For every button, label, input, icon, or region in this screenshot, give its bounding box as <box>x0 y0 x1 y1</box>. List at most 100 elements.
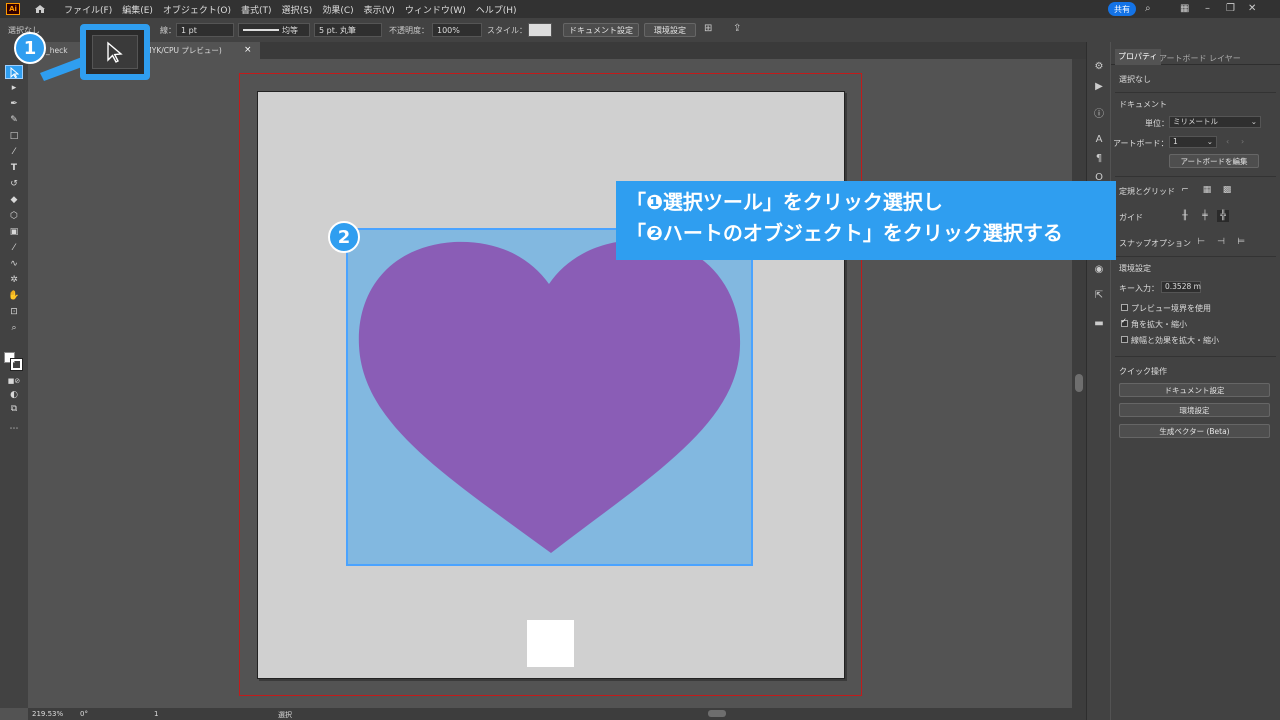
generative-vector-button[interactable]: 生成ベクター (Beta) <box>1119 424 1270 438</box>
stroke-weight-field[interactable]: 1 pt <box>176 23 234 37</box>
panel-icon-strip: ⚙ ▶ ⓘ A ¶ O ◉ ⇱ ▬ <box>1086 42 1110 720</box>
scroll-thumb[interactable] <box>1075 374 1083 392</box>
menu-select[interactable]: 選択(S) <box>282 3 313 16</box>
paintbrush-tool-icon[interactable]: ⁄ <box>5 145 23 159</box>
preferences-heading: 環境設定 <box>1119 264 1151 273</box>
show-guides-icon[interactable]: ╫ <box>1179 210 1191 222</box>
vertical-scrollbar[interactable] <box>1072 59 1086 708</box>
preferences-button[interactable]: 環境設定 <box>644 23 696 37</box>
links-icon[interactable]: ⚙ <box>1092 59 1106 73</box>
menu-effect[interactable]: 効果(C) <box>322 3 353 16</box>
shape-builder-tool-icon[interactable]: ⬡ <box>5 209 23 223</box>
restore-icon[interactable]: ❐ <box>1226 3 1235 14</box>
menu-help[interactable]: ヘルプ(H) <box>476 3 517 16</box>
transparency-grid-icon[interactable]: ▩ <box>1221 184 1233 196</box>
direct-selection-tool-icon[interactable]: ▸ <box>5 81 23 95</box>
rotate-tool-icon[interactable]: ↺ <box>5 177 23 191</box>
comments-icon[interactable]: ▬ <box>1092 316 1106 330</box>
close-tab-icon[interactable]: × <box>244 45 252 55</box>
type-tool-icon[interactable]: T <box>5 161 23 175</box>
character-icon[interactable]: A <box>1092 132 1106 146</box>
guides-heading: ガイド <box>1119 213 1143 222</box>
tab-artboards[interactable]: アートボード <box>1159 53 1207 64</box>
selection-tool-icon[interactable] <box>5 65 23 79</box>
status-bar: 219.53% 0° 1 選択 <box>28 708 1086 720</box>
stroke-profile-select[interactable]: 均等 <box>238 23 310 37</box>
publish-icon[interactable]: ⇪ <box>733 23 741 34</box>
close-icon[interactable]: ✕ <box>1248 3 1256 14</box>
snap-pixel-icon[interactable]: ⊨ <box>1235 236 1247 248</box>
draw-mode-icon[interactable]: ◐ <box>5 388 23 402</box>
eraser-tool-icon[interactable]: ◆ <box>5 193 23 207</box>
stroke-label: 線： <box>160 26 176 35</box>
play-icon[interactable]: ▶ <box>1092 79 1106 93</box>
artboard-select[interactable]: 1 ⌄ <box>1169 136 1217 148</box>
menu-file[interactable]: ファイル(F) <box>64 3 112 16</box>
menu-edit[interactable]: 編集(E) <box>122 3 153 16</box>
rotate-view[interactable]: 0° <box>80 710 88 718</box>
opacity-field[interactable]: 100% <box>432 23 482 37</box>
menu-type[interactable]: 書式(T) <box>241 3 272 16</box>
gradient-tool-icon[interactable]: ▣ <box>5 225 23 239</box>
home-icon[interactable] <box>34 4 46 14</box>
quick-preferences-button[interactable]: 環境設定 <box>1119 403 1270 417</box>
stroke-swatch[interactable] <box>10 358 23 371</box>
brush-select[interactable]: 5 pt. 丸筆 <box>314 23 382 37</box>
pen-tool-icon[interactable]: ✒ <box>5 97 23 111</box>
zoom-level[interactable]: 219.53% <box>32 710 63 718</box>
share-button[interactable]: 共有 <box>1108 2 1136 16</box>
smart-guides-icon[interactable]: ╬ <box>1217 210 1229 222</box>
menu-window[interactable]: ウィンドウ(W) <box>405 3 466 16</box>
quick-actions-heading: クイック操作 <box>1119 367 1167 376</box>
instruction-line-2: 「❷ハートのオブジェクト」をクリック選択する <box>626 221 1063 245</box>
menu-object[interactable]: オブジェクト(O) <box>163 3 231 16</box>
rectangle-tool-icon[interactable]: □ <box>5 129 23 143</box>
arrange-icon[interactable]: ⊞ <box>704 23 712 34</box>
artboard-label: アートボード： <box>1113 139 1169 148</box>
color-mode-icon[interactable]: ■⊘ <box>5 374 23 388</box>
properties-panel: プロパティ アートボード レイヤー 選択なし ドキュメント 単位： ミリメートル… <box>1111 42 1280 720</box>
white-square-object[interactable] <box>527 620 574 667</box>
eyedropper-tool-icon[interactable]: ⁄ <box>5 241 23 255</box>
zoom-tool-icon[interactable]: ⌕ <box>5 321 23 335</box>
style-swatch[interactable] <box>528 23 552 37</box>
artboard-navigator[interactable]: 1 <box>154 710 158 718</box>
blend-tool-icon[interactable]: ∿ <box>5 257 23 271</box>
info-icon[interactable]: ⓘ <box>1092 105 1106 120</box>
symbol-sprayer-tool-icon[interactable]: ✲ <box>5 273 23 287</box>
document-setup-button[interactable]: ドキュメント設定 <box>563 23 639 37</box>
ruler-icon[interactable]: ⌐ <box>1179 184 1191 196</box>
appearance-icon[interactable]: ◉ <box>1092 262 1106 276</box>
minimize-icon[interactable]: – <box>1205 3 1210 14</box>
scale-corners-checkbox[interactable] <box>1121 317 1128 327</box>
tab-layers[interactable]: レイヤー <box>1209 53 1241 64</box>
lock-guides-icon[interactable]: ╪ <box>1199 210 1211 222</box>
grid-icon[interactable]: ▦ <box>1201 184 1213 196</box>
snap-options-heading: スナップオプション <box>1119 239 1191 248</box>
preview-bounds-checkbox[interactable] <box>1121 304 1128 311</box>
rulers-grids-heading: 定規とグリッド <box>1119 187 1175 196</box>
artboard-next-icon[interactable]: › <box>1241 137 1244 146</box>
horizontal-scroll-thumb[interactable] <box>708 710 726 717</box>
hand-tool-icon[interactable]: ✋ <box>5 289 23 303</box>
search-icon[interactable]: ⌕ <box>1145 3 1151 14</box>
paragraph-icon[interactable]: ¶ <box>1092 151 1106 165</box>
snap-point-icon[interactable]: ⊢ <box>1195 236 1207 248</box>
workspace-icon[interactable]: ▦ <box>1180 3 1189 14</box>
more-tools-icon[interactable]: ⋯ <box>5 422 23 436</box>
scale-strokes-checkbox[interactable] <box>1121 336 1128 343</box>
step-badge-2: 2 <box>328 221 360 253</box>
snap-grid-icon[interactable]: ⊣ <box>1215 236 1227 248</box>
artboard-tool-icon[interactable]: ⊡ <box>5 305 23 319</box>
edit-artboard-button[interactable]: アートボードを編集 <box>1169 154 1259 168</box>
export-icon[interactable]: ⇱ <box>1092 288 1106 302</box>
quick-document-setup-button[interactable]: ドキュメント設定 <box>1119 383 1270 397</box>
artboard-prev-icon[interactable]: ‹ <box>1226 137 1229 146</box>
heart-object[interactable] <box>346 228 753 566</box>
tab-properties[interactable]: プロパティ <box>1115 49 1161 65</box>
curvature-tool-icon[interactable]: ✎ <box>5 113 23 127</box>
screen-mode-icon[interactable]: ⧉ <box>5 402 23 416</box>
menu-view[interactable]: 表示(V) <box>364 3 395 16</box>
key-increment-field[interactable]: 0.3528 m <box>1161 281 1201 293</box>
units-select[interactable]: ミリメートル ⌄ <box>1169 116 1261 128</box>
